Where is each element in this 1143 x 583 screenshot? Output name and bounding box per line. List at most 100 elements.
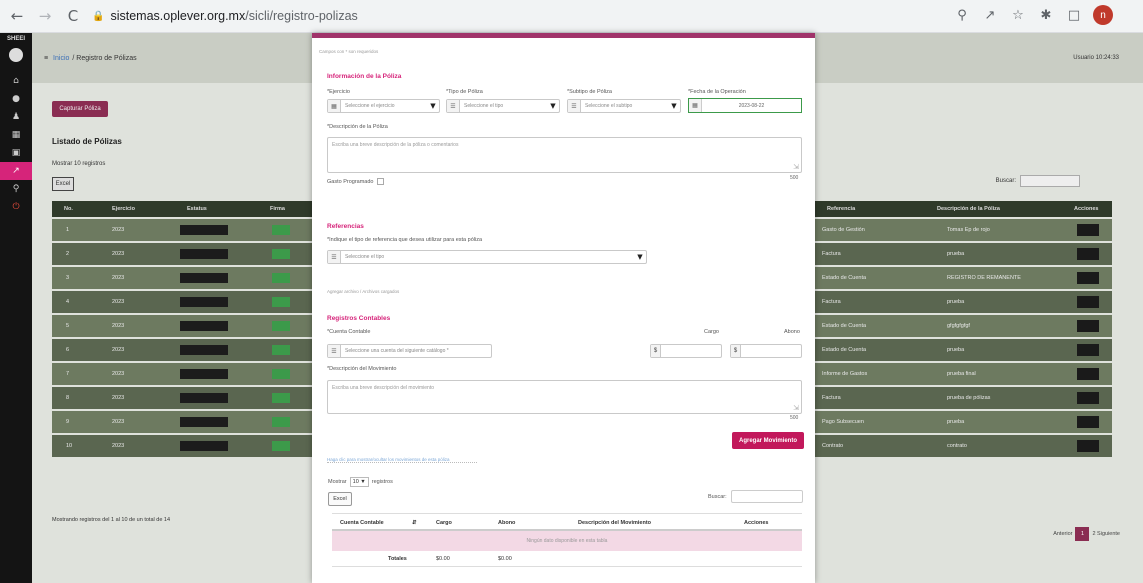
row-action-button[interactable] <box>1077 296 1099 308</box>
row-action-button[interactable] <box>1077 224 1099 236</box>
ejercicio-select[interactable]: ▦ Seleccione el ejercicio ▼ <box>327 99 440 113</box>
forward-icon[interactable]: → <box>34 5 56 27</box>
row-action-button[interactable] <box>1077 416 1099 428</box>
row-ref: Contrato <box>822 443 844 449</box>
col-header[interactable]: Estatus <box>187 206 207 212</box>
search-field: Buscar: <box>996 175 1080 187</box>
page-size-select[interactable]: 10 ▼ <box>349 477 369 487</box>
power-icon[interactable]: ⏻ <box>0 198 32 216</box>
movimientos-table-header: Cuenta Contable ⇵ Cargo Abono Descripció… <box>332 513 802 531</box>
currency-symbol: $ <box>651 345 661 357</box>
dot-icon[interactable]: ● <box>0 90 32 108</box>
col-header-acciones: Acciones <box>744 520 769 526</box>
pager-prev[interactable]: Anterior <box>1053 531 1072 537</box>
col-header[interactable]: No. <box>64 206 73 212</box>
url-host: sistemas.oplever.org.mx <box>110 9 246 23</box>
profile-avatar[interactable]: n <box>1093 5 1113 25</box>
col-header[interactable]: Firma <box>270 206 285 212</box>
gasto-programado-checkbox[interactable] <box>377 178 385 185</box>
calendar-icon[interactable]: ▦ <box>0 126 32 144</box>
col-header[interactable]: Acciones <box>1074 206 1098 212</box>
col-header[interactable]: Referencia <box>827 206 855 212</box>
row-ref: Factura <box>822 395 841 401</box>
tipo-poliza-select[interactable]: ☰ Seleccione el tipo ▼ <box>446 99 560 113</box>
row-year: 2023 <box>112 227 125 233</box>
row-desc: prueba <box>947 299 965 305</box>
firma-badge <box>272 273 290 283</box>
firma-badge <box>272 297 290 307</box>
toggle-movimientos-link[interactable]: Haga clic para mostrar/ocultar los movim… <box>327 457 477 463</box>
referencia-select[interactable]: ☰ Seleccione el tipo ▼ <box>327 250 647 264</box>
totals-label: Totales <box>388 556 407 562</box>
descripcion-poliza-textarea[interactable]: Escriba una breve descripción de la póli… <box>327 137 802 173</box>
row-year: 2023 <box>112 299 125 305</box>
back-icon[interactable]: ← <box>6 5 28 27</box>
cargo-label: Cargo <box>704 329 719 335</box>
share-icon[interactable]: ↗ <box>981 8 999 23</box>
users-icon[interactable]: ♟ <box>0 108 32 126</box>
fecha-operacion-input[interactable]: ▦ 2023-08-22 <box>688 98 802 113</box>
row-action-button[interactable] <box>1077 440 1099 452</box>
agregar-movimiento-button[interactable]: Agregar Movimiento <box>732 432 804 449</box>
pager-next[interactable]: 2 Siguiente <box>1092 531 1120 537</box>
row-ref: Estado de Cuenta <box>822 323 867 329</box>
show-entries[interactable]: Mostrar 10 registros <box>52 161 105 167</box>
movimientos-excel-button[interactable]: Excel <box>328 492 352 506</box>
excel-button[interactable]: Excel <box>52 177 74 191</box>
pager-current[interactable]: 1 <box>1075 527 1090 541</box>
total-cargo: $0.00 <box>436 556 450 562</box>
col-header-cargo[interactable]: Cargo <box>436 520 452 526</box>
col-header-abono[interactable]: Abono <box>498 520 515 526</box>
empty-table-message: Ningún dato disponible en esta tabla <box>332 531 802 551</box>
extensions-icon[interactable]: ✱ <box>1037 8 1055 23</box>
col-header-cuenta[interactable]: Cuenta Contable <box>340 520 384 526</box>
search-input[interactable] <box>730 490 803 503</box>
user-label[interactable]: Usuario 10:24:33 <box>1073 55 1119 61</box>
row-no: 3 <box>66 275 70 281</box>
tipo-poliza-label: *Tipo de Póliza <box>446 89 483 95</box>
row-action-button[interactable] <box>1077 368 1099 380</box>
registro-poliza-modal: Campos con * son requeridos Información … <box>312 33 815 583</box>
row-desc: contrato <box>947 443 967 449</box>
menu-icon[interactable]: ≡ <box>44 55 48 62</box>
capturar-poliza-button[interactable]: Capturar Póliza <box>52 101 108 117</box>
window-icon[interactable]: □ <box>1065 8 1083 23</box>
cargo-input[interactable]: $ <box>650 344 722 358</box>
col-header[interactable]: Descripción de la Póliza <box>937 206 1000 212</box>
col-header[interactable]: Ejercicio <box>112 206 135 212</box>
subtipo-poliza-value: Seleccione el subtipo <box>585 103 633 109</box>
row-action-button[interactable] <box>1077 320 1099 332</box>
row-action-button[interactable] <box>1077 344 1099 356</box>
document-icon[interactable]: ▣ <box>0 144 32 162</box>
cuenta-contable-select[interactable]: ☰ Seleccione una cuenta del siguiente cat… <box>327 344 492 358</box>
chart-icon[interactable]: ↗ <box>0 162 32 180</box>
subtipo-poliza-select[interactable]: ☰ Seleccione el subtipo ▼ <box>567 99 681 113</box>
zoom-icon[interactable]: ⚲ <box>953 8 971 23</box>
row-ref: Informe de Gastos <box>822 371 868 377</box>
star-icon[interactable]: ☆ <box>1009 8 1027 23</box>
address-bar[interactable]: 🔒 sistemas.oplever.org.mx/sicli/registro… <box>92 4 972 28</box>
col-header-descripcion[interactable]: Descripción del Movimiento <box>578 520 651 526</box>
sort-icon[interactable]: ⇵ <box>412 520 417 526</box>
breadcrumb-home[interactable]: Inicio <box>53 55 69 62</box>
movimiento-textarea[interactable]: Escriba una breve descripción del movimi… <box>327 380 802 414</box>
total-abono: $0.00 <box>498 556 512 562</box>
gasto-programado-label: Gasto Programado <box>327 178 374 185</box>
row-action-button[interactable] <box>1077 392 1099 404</box>
row-action-button[interactable] <box>1077 248 1099 260</box>
reload-icon[interactable]: C <box>62 5 84 27</box>
abono-input[interactable]: $ <box>730 344 802 358</box>
ejercicio-value: Seleccione el ejercicio <box>345 103 395 109</box>
avatar[interactable] <box>9 48 23 62</box>
row-no: 2 <box>66 251 70 257</box>
firma-badge <box>272 345 290 355</box>
row-no: 4 <box>66 299 70 305</box>
resize-handle-icon[interactable]: ⇲ <box>793 163 799 171</box>
search-input[interactable] <box>1020 175 1080 187</box>
key-icon[interactable]: ⚲ <box>0 180 32 198</box>
resize-handle-icon[interactable]: ⇲ <box>793 404 799 412</box>
totals-row: Totales $0.00 $0.00 <box>332 551 802 567</box>
home-icon[interactable]: ⌂ <box>0 72 32 90</box>
row-action-button[interactable] <box>1077 272 1099 284</box>
row-desc: REGISTRO DE REMANENTE <box>947 275 1021 281</box>
